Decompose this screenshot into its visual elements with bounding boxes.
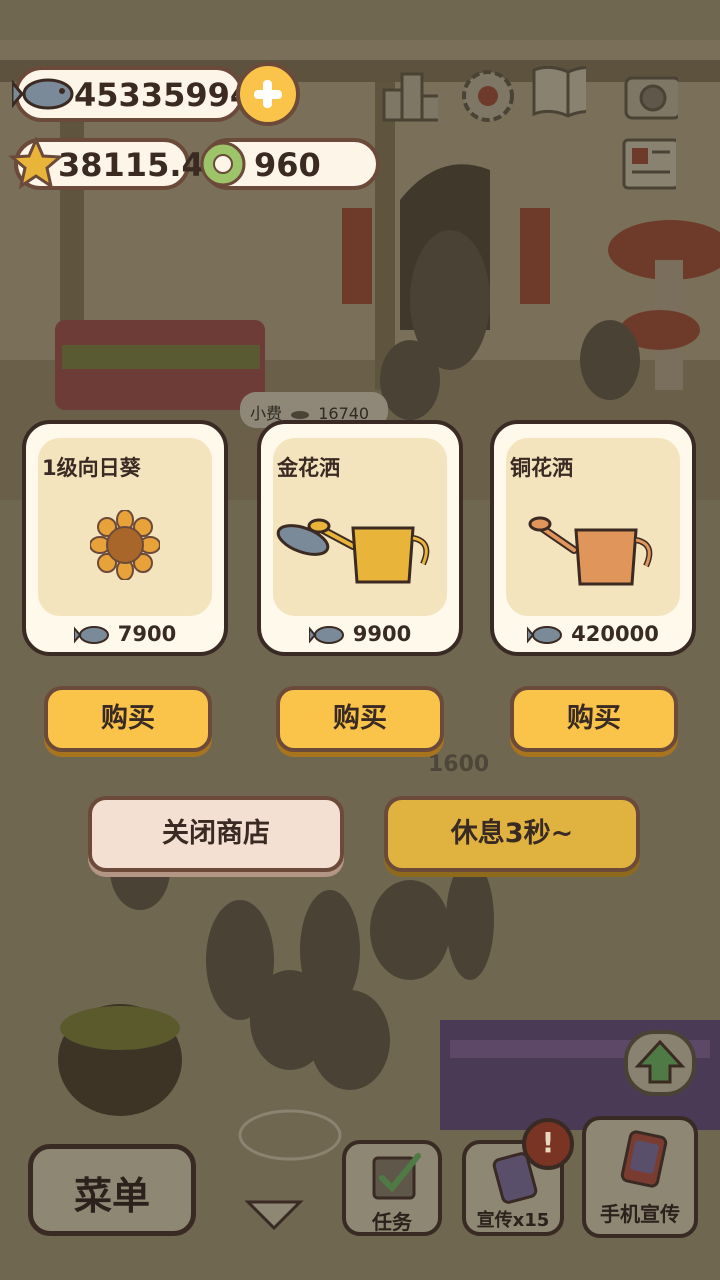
fish-icon xyxy=(73,626,109,644)
fish-icon xyxy=(12,78,74,110)
menu-button[interactable]: 菜单 xyxy=(28,1144,196,1236)
phone-promo-button[interactable]: 手机宣传 xyxy=(582,1116,698,1238)
tasks-button[interactable]: 任务 xyxy=(342,1140,442,1236)
buy-button[interactable]: 购买 xyxy=(510,686,678,752)
checklist-icon xyxy=(372,1153,421,1200)
plus-icon xyxy=(254,80,282,108)
item-price: 9900 xyxy=(261,622,459,646)
tasks-label: 任务 xyxy=(372,1210,412,1234)
item-price: 420000 xyxy=(494,622,692,646)
buy-button[interactable]: 购买 xyxy=(44,686,212,752)
fish-icon xyxy=(291,410,310,419)
phone-icon xyxy=(620,1130,668,1188)
gear-icon[interactable] xyxy=(458,66,514,122)
fish-count: 45335994 xyxy=(74,76,253,114)
item-name: 1级向日葵 xyxy=(42,456,141,480)
alert-badge: ! xyxy=(522,1118,574,1170)
upgrade-button[interactable] xyxy=(624,1030,696,1096)
sunflower-icon xyxy=(90,510,160,580)
add-currency-button[interactable] xyxy=(236,62,300,126)
item-price-value: 7900 xyxy=(117,622,177,646)
up-arrow-icon xyxy=(634,1039,686,1084)
item-price: 7900 xyxy=(26,622,224,646)
gold-watering-can-icon xyxy=(276,518,430,584)
cat-book-icon[interactable] xyxy=(530,62,586,118)
close-shop-button[interactable]: 关闭商店 xyxy=(88,796,344,872)
star-count: 38115.4 xyxy=(58,146,204,184)
item-price-value: 420000 xyxy=(571,622,659,646)
chevron-down-icon[interactable] xyxy=(244,1196,304,1232)
copper-watering-can-icon xyxy=(528,516,653,586)
shop-item-card[interactable]: 金花洒 9900 xyxy=(257,420,463,656)
promo-label: 宣传x15 xyxy=(476,1210,550,1231)
item-price-value: 9900 xyxy=(352,622,412,646)
fish-icon xyxy=(308,626,344,644)
newspaper-icon[interactable] xyxy=(620,136,676,192)
item-name: 金花洒 xyxy=(277,456,340,480)
game-scene: 小费 16740 1600 45335994 38115.4 960 1级向日葵… xyxy=(0,0,720,1280)
item-name: 铜花洒 xyxy=(510,456,573,480)
menu-label: 菜单 xyxy=(73,1174,150,1218)
floating-earnings: 1600 xyxy=(428,752,490,777)
star-icon xyxy=(8,136,64,190)
phone-promo-label: 手机宣传 xyxy=(600,1202,680,1226)
buy-button[interactable]: 购买 xyxy=(276,686,444,752)
rest-button[interactable]: 休息3秒~ xyxy=(384,796,640,872)
ranking-icon[interactable] xyxy=(382,68,438,124)
fish-icon xyxy=(527,626,563,644)
coin-count: 960 xyxy=(254,146,321,184)
coin-icon xyxy=(200,141,246,187)
camera-icon[interactable] xyxy=(622,66,678,122)
shop-item-card[interactable]: 铜花洒 420000 xyxy=(490,420,696,656)
shop-item-card[interactable]: 1级向日葵 7900 xyxy=(22,420,228,656)
